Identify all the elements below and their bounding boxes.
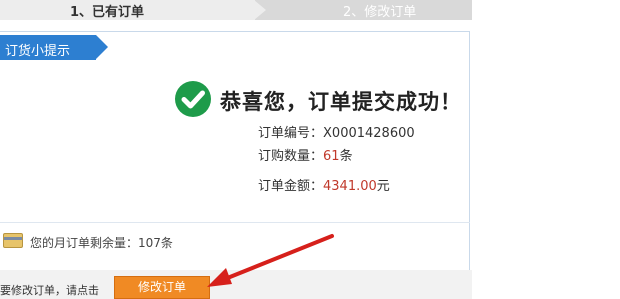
red-arrow-annotation (207, 234, 334, 287)
